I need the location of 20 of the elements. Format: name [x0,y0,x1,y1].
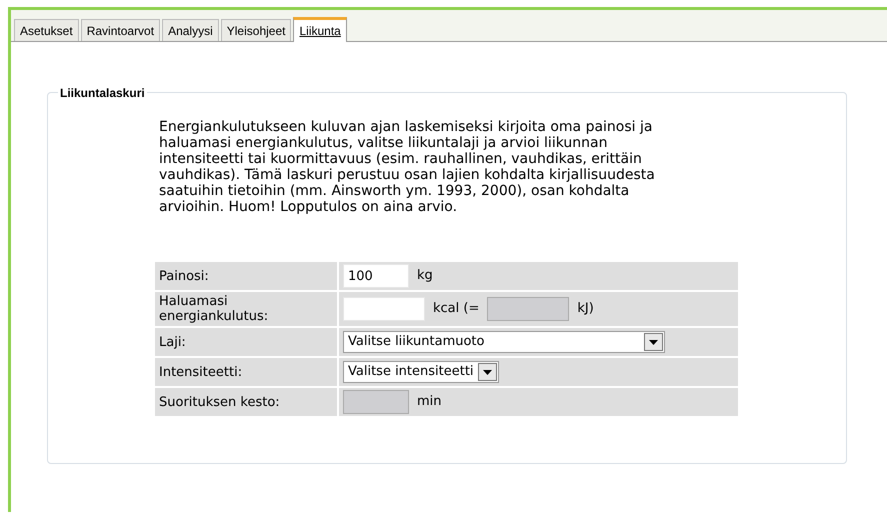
unit-label: kJ) [576,300,595,318]
field-label: Suorituksen kesto: [155,388,337,416]
caret-icon [478,363,497,381]
dropdown[interactable]: Valitse liikuntamuoto [343,331,665,353]
tab[interactable]: Ravintoarvot [80,19,160,41]
unit-label: kg [416,267,434,286]
field-label: Laji: [155,328,337,356]
unit-label: min [416,393,443,412]
caret-icon [644,333,663,351]
input-field[interactable]: 100 [343,264,409,288]
field-label: Painosi: [155,262,337,290]
description-text: Energiankulutukseen kuluvan ajan laskemiseksi kirjoita oma painosi ja haluamasi energiankulutus, valitse liikuntalaji ja arvioi liikunnan intensiteetti tai kuormittavuus (esim. rauhallinen, vauhdikas, erittäin vauhdikas). Tämä laskuri perustuu osan lajien kohdalta kirjallisuudesta saatuihin tietoihin (mm. Ainsworth ym. 1993, 2000), osan kohdalta arvioihin. Huom! Lopputulos on aina arvio. [159,119,656,215]
tab[interactable]: Asetukset [14,19,79,41]
dropdown[interactable]: Valitse intensiteetti [343,361,499,383]
tab[interactable]: Analyysi [162,19,219,41]
field-label: Intensiteetti: [155,358,337,386]
field-label: Haluamasi energiankulutus: [155,292,337,326]
unit-label: kcal (= [432,300,480,318]
tab[interactable]: Liikunta [293,17,347,42]
tab[interactable]: Yleisohjeet [220,19,292,41]
